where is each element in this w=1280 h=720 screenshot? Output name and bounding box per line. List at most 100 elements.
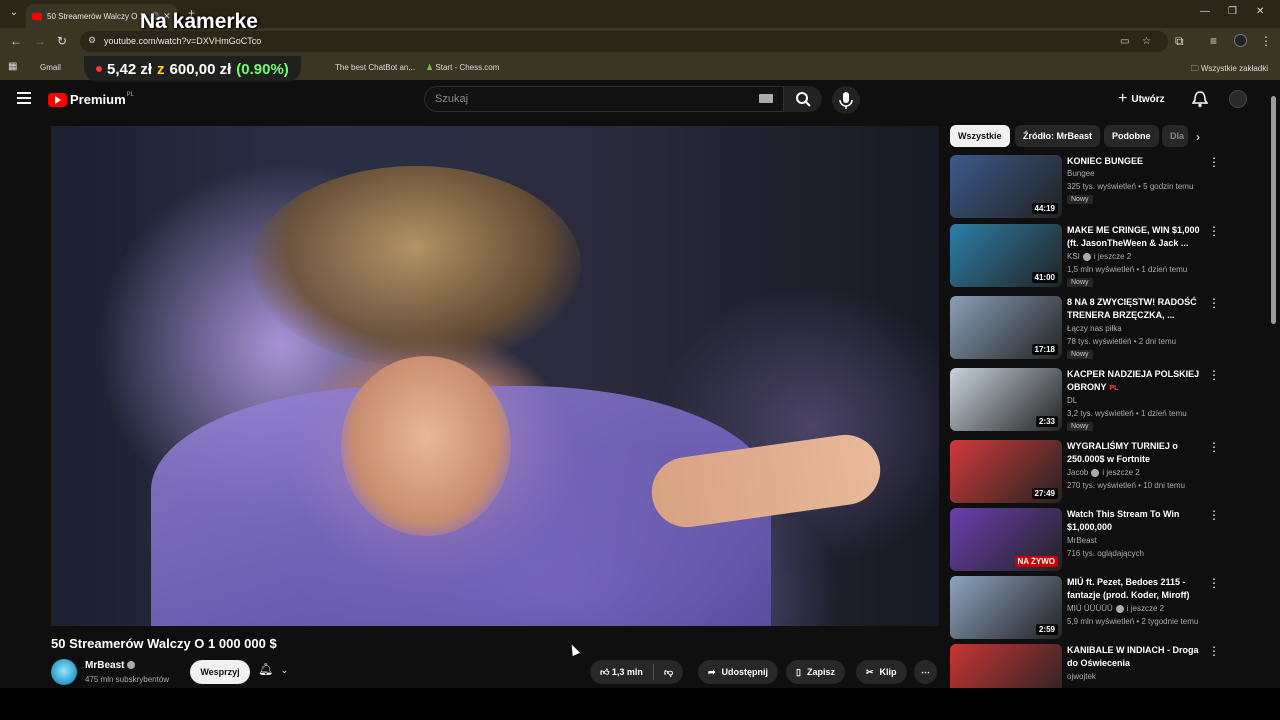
more-vertical-icon[interactable]: ⋮ — [1208, 224, 1220, 238]
bottom-black-bar — [0, 688, 1280, 720]
dislike-button[interactable]: 👎︎ — [664, 667, 673, 678]
bookmark-chatbot[interactable]: The best ChatBot an... — [335, 63, 415, 72]
bookmark-star-icon[interactable]: ☆ — [1142, 36, 1151, 47]
search-box[interactable] — [424, 86, 784, 112]
media-icon[interactable]: ≡ — [1210, 34, 1217, 48]
cast-icon[interactable]: ▭ — [1120, 36, 1129, 47]
recommendation-title[interactable]: KACPER NADZIEJA POLSKIEJ OBRONY PL — [1067, 368, 1207, 394]
save-button[interactable]: ▯ Zapisz — [786, 660, 845, 684]
brand-text: Premium — [70, 92, 126, 107]
more-vertical-icon[interactable]: ⋮ — [1208, 508, 1220, 522]
create-button[interactable]: + Utwórz — [1118, 89, 1165, 109]
recommendation-item[interactable]: 27:49 WYGRALIŚMY TURNIEJ o 250.000$ w For… — [950, 440, 1250, 504]
recommendation-item[interactable]: 2:33 KACPER NADZIEJA POLSKIEJ OBRONY PL DL 3… — [950, 368, 1250, 432]
youtube-favicon-icon — [32, 12, 42, 20]
recommendation-thumbnail[interactable]: 17:18 — [950, 296, 1062, 359]
recommendation-title[interactable]: WYGRALIŚMY TURNIEJ o 250.000$ w Fortnite — [1067, 440, 1207, 466]
share-button[interactable]: ➦ Udostępnij — [698, 660, 779, 684]
support-button[interactable]: Wesprzyj — [190, 660, 250, 684]
tab-search-chevron-icon[interactable]: ⌄ — [6, 5, 22, 21]
apps-grid-icon[interactable]: ▦ — [8, 61, 17, 72]
clip-button[interactable]: ✂ Klip — [856, 660, 907, 684]
video-duration: 2:33 — [1035, 416, 1058, 427]
more-vertical-icon[interactable]: ⋮ — [1208, 644, 1220, 658]
recommendation-title[interactable]: KONIEC BUNGEE — [1067, 155, 1207, 168]
keyboard-icon[interactable] — [759, 94, 773, 103]
scrollbar-thumb[interactable] — [1271, 96, 1276, 324]
more-vertical-icon[interactable]: ⋮ — [1208, 368, 1220, 382]
more-vertical-icon[interactable]: ⋮ — [1208, 155, 1220, 169]
recommendation-channel[interactable]: Jacob i jeszcze 2 — [1067, 468, 1140, 477]
chip-all[interactable]: Wszystkie — [950, 125, 1010, 147]
like-button[interactable]: 👍︎ 1,3 mln — [600, 667, 643, 678]
window-close-icon[interactable]: ✕ — [1256, 6, 1264, 17]
recommendation-channel[interactable]: ojwojtek — [1067, 672, 1096, 681]
notifications-bell-icon[interactable] — [1191, 90, 1209, 113]
recommendation-channel[interactable]: MrBeast — [1067, 536, 1097, 545]
recommendation-channel[interactable]: Łączy nas piłka — [1067, 324, 1122, 333]
verified-icon — [127, 661, 136, 670]
recommendation-title[interactable]: MAKE ME CRINGE, WIN $1,000 (ft. JasonThe… — [1067, 224, 1207, 250]
search-input[interactable] — [435, 93, 755, 105]
channel-avatar[interactable] — [51, 659, 77, 685]
address-bar[interactable]: ⚙ youtube.com/watch?v=DXVHmGoCTco ▭ ☆ — [80, 31, 1168, 52]
forward-arrow-icon[interactable]: → — [34, 34, 46, 48]
recommendation-item[interactable]: 44:19 KONIEC BUNGEE Bungee 325 tys. wyświet… — [950, 155, 1250, 219]
all-bookmarks[interactable]: 🗀 Wszystkie zakładki — [1191, 63, 1268, 77]
channel-name[interactable]: MrBeast — [85, 660, 136, 671]
recommendation-thumbnail[interactable]: 41:00 — [950, 224, 1062, 287]
more-actions-button[interactable]: ⋯ — [914, 660, 937, 684]
recommendation-thumbnail[interactable]: 27:49 — [950, 440, 1062, 503]
hamburger-menu-icon[interactable] — [17, 92, 31, 104]
chip-next-chevron-icon[interactable]: › — [1196, 130, 1200, 144]
site-info-icon[interactable]: ⚙ — [88, 35, 96, 46]
new-badge: Nowy — [1067, 422, 1093, 431]
recommendation-thumbnail[interactable]: 44:19 — [950, 155, 1062, 218]
profile-avatar[interactable] — [1234, 34, 1247, 47]
recommendation-thumbnail[interactable]: 2:33 — [950, 368, 1062, 431]
chip-from-mrbeast[interactable]: Źródło: MrBeast — [1015, 125, 1101, 147]
reload-icon[interactable]: ↻ — [57, 34, 67, 48]
url-text[interactable]: youtube.com/watch?v=DXVHmGoCTco — [104, 36, 261, 46]
recommendation-item[interactable]: NA ŻYWO Watch This Stream To Win $1,000,0… — [950, 508, 1250, 572]
recommendation-item[interactable]: 2:59 MIÚ ft. Pezet, Bedoes 2115 - fantazj… — [950, 576, 1250, 640]
more-vertical-icon[interactable]: ⋮ — [1208, 296, 1220, 310]
video-duration: 41:00 — [1031, 272, 1058, 283]
extensions-icon[interactable]: ⧉ — [1175, 34, 1184, 49]
recommendation-channel[interactable]: MIÚ ÜÜÜÜÜ i jeszcze 2 — [1067, 604, 1164, 613]
video-frame-face — [341, 356, 511, 536]
search-button[interactable] — [784, 86, 822, 112]
recommendation-thumbnail[interactable]: 2:59 — [950, 576, 1062, 639]
youtube-logo[interactable]: Premium PL — [48, 92, 134, 107]
bookmark-gmail[interactable]: Gmail — [40, 63, 61, 72]
video-player[interactable] — [51, 126, 939, 626]
more-horizontal-icon: ⋯ — [921, 666, 930, 677]
create-label: Utwórz — [1131, 93, 1165, 105]
recommendation-item[interactable]: 17:18 8 NA 8 ZWYCIĘSTW! RADOŚĆ TRENERA BR… — [950, 296, 1250, 360]
recommendation-item[interactable]: 41:00 MAKE ME CRINGE, WIN $1,000 (ft. Jas… — [950, 224, 1250, 288]
notification-toggle[interactable]: 🔔︎ ⌄ — [258, 662, 288, 676]
chip-for-you[interactable]: Dla — [1162, 125, 1188, 147]
restore-icon[interactable]: ❐ — [1228, 6, 1237, 17]
recommendation-channel[interactable]: DL — [1067, 396, 1077, 405]
donation-of: z — [157, 60, 165, 78]
back-arrow-icon[interactable]: ← — [10, 34, 22, 48]
voice-search-button[interactable] — [832, 86, 860, 114]
recommendation-channel[interactable]: KSI i jeszcze 2 — [1067, 252, 1131, 261]
more-vertical-icon[interactable]: ⋮ — [1208, 440, 1220, 454]
recommendation-title[interactable]: 8 NA 8 ZWYCIĘSTW! RADOŚĆ TRENERA BRZĘCZK… — [1067, 296, 1207, 322]
recommendation-channel[interactable]: Bungee — [1067, 169, 1095, 178]
recommendation-title[interactable]: Watch This Stream To Win $1,000,000 — [1067, 508, 1207, 534]
minimize-icon[interactable]: — — [1200, 6, 1210, 17]
recommendation-title[interactable]: KANIBALE W INDIACH - Droga do Oświecenia — [1067, 644, 1207, 670]
recommendation-thumbnail[interactable]: NA ŻYWO — [950, 508, 1062, 571]
bookmark-chess[interactable]: ♟ Start - Chess.com — [426, 63, 499, 72]
new-badge: Nowy — [1067, 278, 1093, 287]
all-bookmarks-label: Wszystkie zakładki — [1200, 64, 1268, 73]
chip-related[interactable]: Podobne — [1104, 125, 1159, 147]
browser-menu-icon[interactable]: ⋮ — [1260, 34, 1272, 48]
more-vertical-icon[interactable]: ⋮ — [1208, 576, 1220, 590]
recommendation-title[interactable]: MIÚ ft. Pezet, Bedoes 2115 - fantazje (p… — [1067, 576, 1207, 602]
recommendation-title-text: MAKE ME CRINGE, WIN $1,000 (ft. JasonThe… — [1067, 225, 1200, 248]
account-avatar[interactable] — [1229, 90, 1247, 108]
